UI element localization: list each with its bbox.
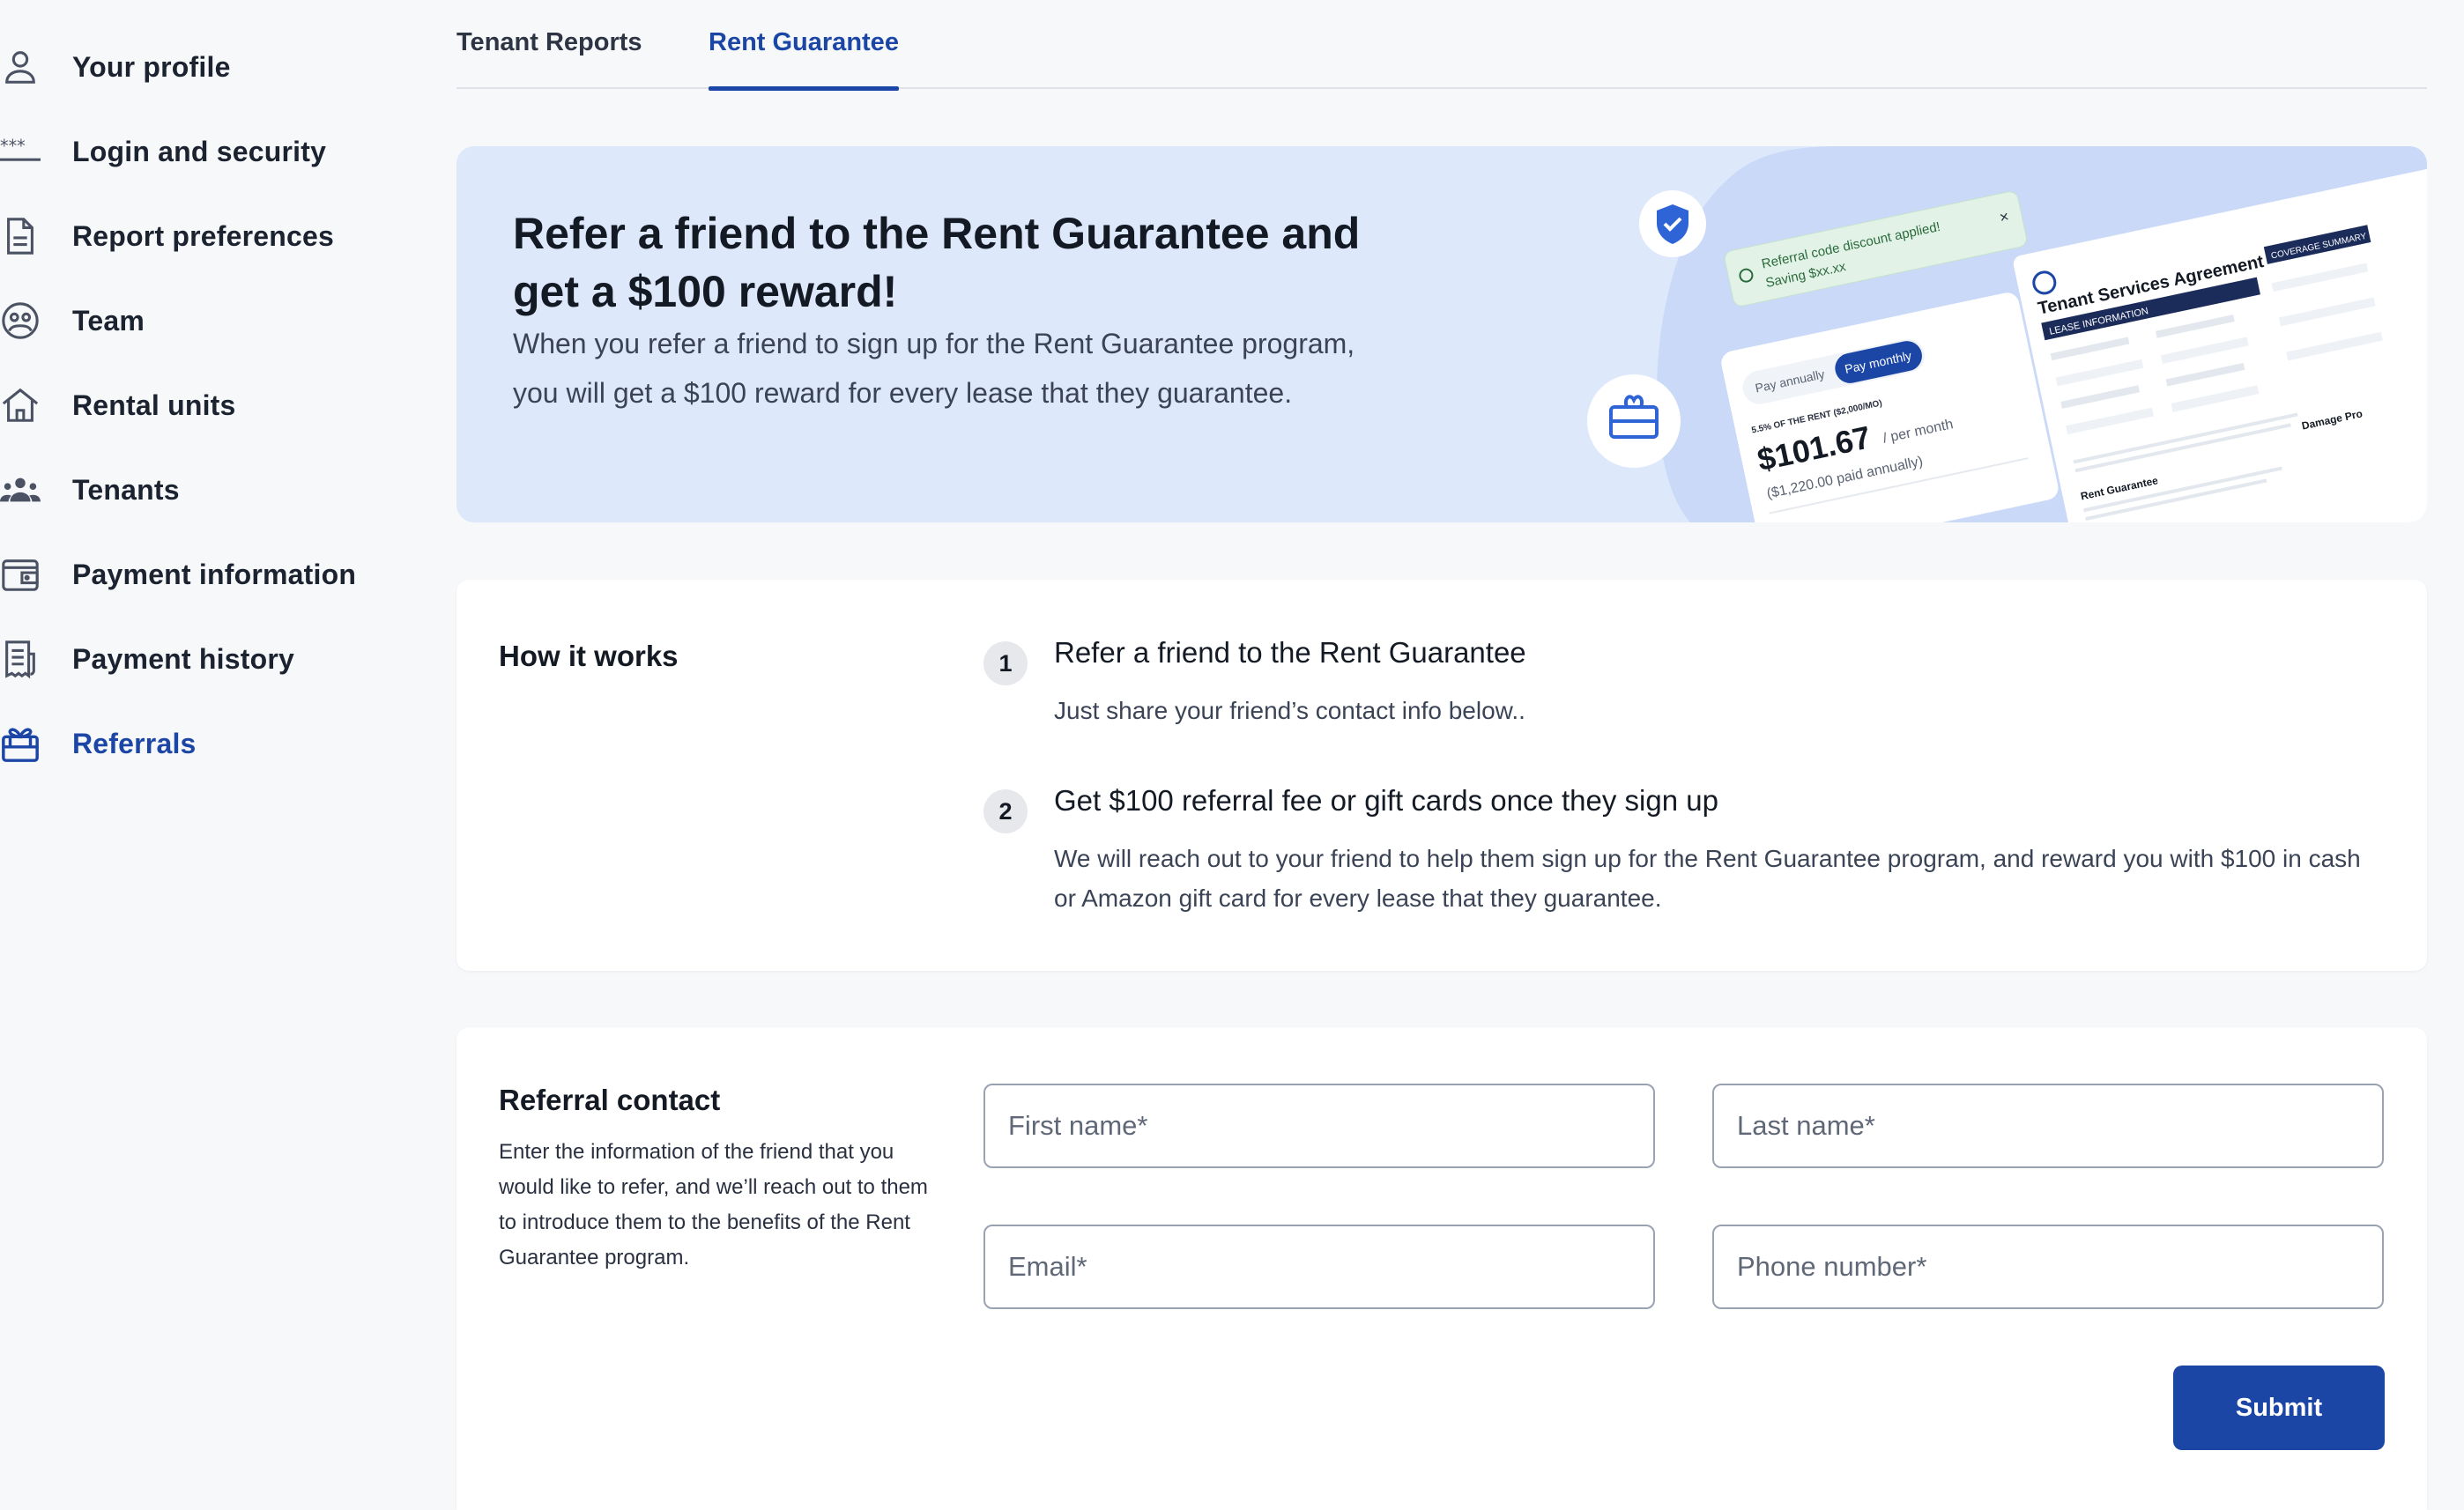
step-title: Get $100 referral fee or gift cards once… xyxy=(1054,784,1718,817)
sidebar-item-label: Referrals xyxy=(72,727,197,759)
user-icon xyxy=(0,45,44,89)
sidebar-item-label: Team xyxy=(72,304,145,337)
hero-title: Refer a friend to the Rent Guarantee and… xyxy=(513,209,1361,316)
step-description: We will reach out to your friend to help… xyxy=(1054,845,2361,912)
sidebar-item-label: Payment information xyxy=(72,558,357,590)
sidebar-item-team[interactable]: Team xyxy=(0,278,414,363)
sidebar-item-label: Rental units xyxy=(72,389,236,421)
sidebar-item-tenants[interactable]: Tenants xyxy=(0,448,414,532)
step-number-badge: 2 xyxy=(983,789,1028,833)
step-description: Just share your friend’s contact info be… xyxy=(1054,697,1525,724)
gift-icon xyxy=(0,722,44,766)
how-it-works-title: How it works xyxy=(499,640,679,672)
step-title: Refer a friend to the Rent Guarantee xyxy=(1054,636,1526,669)
sidebar-item-payment-information[interactable]: Payment information xyxy=(0,532,414,617)
team-icon xyxy=(0,299,44,343)
how-it-works-card: How it works 1 Refer a friend to the Ren… xyxy=(456,580,2427,971)
sidebar-item-label: Login and security xyxy=(72,135,327,167)
shield-badge-icon xyxy=(1639,190,1706,257)
sidebar-item-report-preferences[interactable]: Report preferences xyxy=(0,194,414,278)
referral-hero-banner: Refer a friend to the Rent Guarantee and… xyxy=(456,146,2427,522)
sidebar-item-label: Tenants xyxy=(72,473,180,506)
sidebar-item-label: Your profile xyxy=(72,50,231,83)
tab-rent-guarantee[interactable]: Rent Guarantee xyxy=(709,28,899,91)
sidebar-item-label: Report preferences xyxy=(72,219,335,252)
settings-sidebar: Your profile *** Login and security Repo… xyxy=(0,25,414,786)
gift-badge-icon xyxy=(1587,374,1681,468)
sidebar-item-your-profile[interactable]: Your profile xyxy=(0,25,414,109)
people-icon xyxy=(0,468,44,512)
sidebar-item-label: Payment history xyxy=(72,642,294,675)
last-name-field[interactable] xyxy=(1712,1084,2384,1168)
sidebar-item-rental-units[interactable]: Rental units xyxy=(0,363,414,448)
referral-contact-description: Enter the information of the friend that… xyxy=(499,1140,928,1269)
tab-tenant-reports[interactable]: Tenant Reports xyxy=(456,28,642,89)
tab-bar: Tenant Reports Rent Guarantee xyxy=(456,0,2427,91)
hero-description: When you refer a friend to sign up for t… xyxy=(513,328,1355,409)
house-icon xyxy=(0,383,44,427)
password-icon: *** xyxy=(0,130,44,174)
document-icon xyxy=(0,214,44,258)
phone-number-field[interactable] xyxy=(1712,1225,2384,1309)
sidebar-item-referrals[interactable]: Referrals xyxy=(0,701,414,786)
email-field[interactable] xyxy=(983,1225,1655,1309)
step-number-badge: 1 xyxy=(983,641,1028,685)
submit-button[interactable]: Submit xyxy=(2173,1366,2385,1450)
hero-illustration: Referral code discount applied! Saving $… xyxy=(1587,146,2427,522)
receipt-icon xyxy=(0,637,44,681)
sidebar-item-login-security[interactable]: *** Login and security xyxy=(0,109,414,194)
referral-contact-title: Referral contact xyxy=(499,1084,721,1116)
sidebar-item-payment-history[interactable]: Payment history xyxy=(0,617,414,701)
svg-text:***: *** xyxy=(0,136,26,156)
referral-contact-form: Referral contact Enter the information o… xyxy=(456,1027,2427,1510)
first-name-field[interactable] xyxy=(983,1084,1655,1168)
wallet-icon xyxy=(0,552,44,596)
